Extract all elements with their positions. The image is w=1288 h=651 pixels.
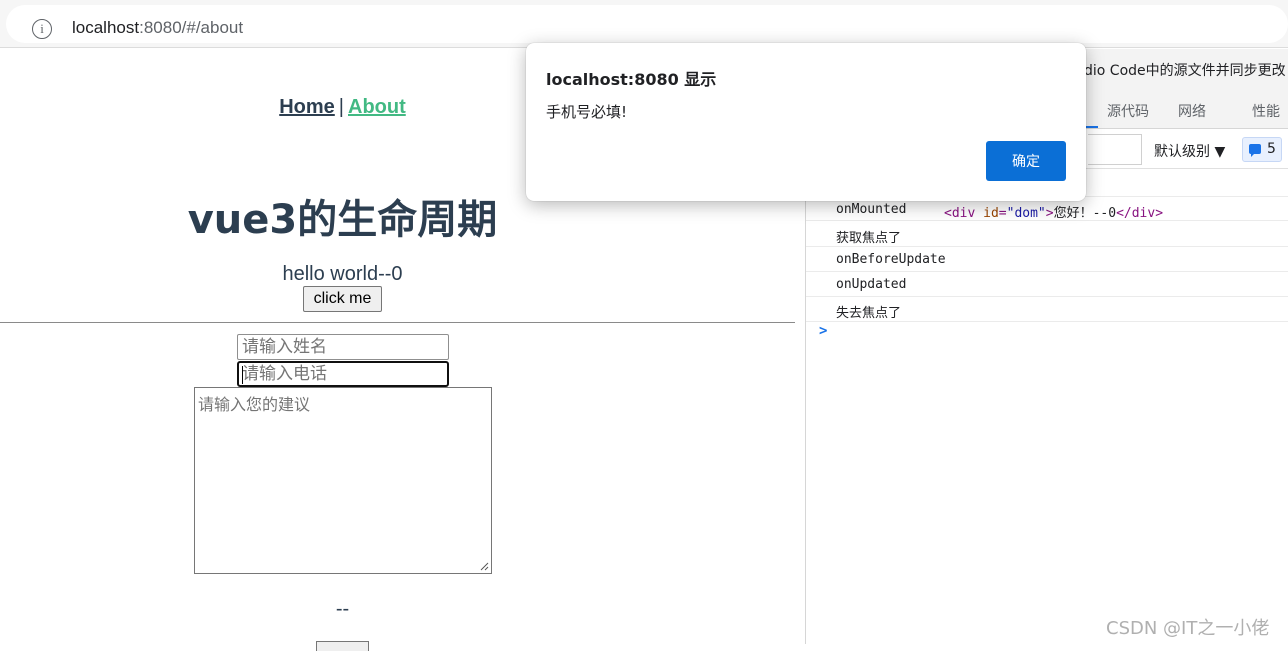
console-row: 获取焦点了	[806, 222, 1288, 247]
dialog-title: localhost:8080 显示	[546, 70, 717, 89]
element-attr-eq: =	[998, 206, 1007, 221]
element-tag-close-bracket: >	[1045, 206, 1054, 221]
hello-text: hello world--0	[282, 263, 403, 285]
tab-sources[interactable]: 源代码	[1107, 101, 1149, 121]
text-caret	[242, 366, 243, 384]
alert-dialog: localhost:8080 显示 手机号必填! 确定	[526, 43, 1086, 201]
console-filter-input[interactable]	[1088, 134, 1142, 165]
nav-link-home[interactable]: Home	[279, 96, 335, 118]
console-message: 获取焦点了	[836, 231, 902, 246]
info-icon[interactable]: i	[32, 19, 52, 39]
phone-placeholder: 请输入电话	[242, 364, 327, 384]
url-host: localhost	[72, 18, 140, 37]
log-level-label: 默认级别	[1154, 144, 1210, 160]
element-tag-close: </div>	[1116, 206, 1164, 221]
message-icon	[1249, 144, 1261, 157]
element-tag-open: <div	[944, 206, 984, 221]
address-bar: i localhost:8080/#/about	[0, 0, 1288, 48]
element-attr-value: "dom"	[1006, 206, 1046, 221]
tab-performance[interactable]: 性能	[1252, 101, 1280, 121]
url-path: :8080/#/about	[139, 18, 244, 37]
console-prompt-icon[interactable]: >	[819, 323, 827, 339]
issues-badge[interactable]: 5	[1242, 137, 1282, 162]
console-message: 失去焦点了	[836, 306, 902, 321]
name-placeholder: 请输入姓名	[242, 337, 327, 357]
console-row: onBeforeUpdate	[806, 247, 1288, 272]
phone-input[interactable]: 请输入电话	[237, 361, 449, 387]
tab-network[interactable]: 网络	[1178, 101, 1206, 121]
active-tab-indicator	[1086, 126, 1098, 128]
console-element[interactable]: <div id="dom">您好！--0</div>	[944, 202, 1163, 221]
nav-link-about[interactable]: About	[348, 96, 406, 118]
ok-button[interactable]: 确定	[986, 141, 1066, 181]
url-field[interactable]: i localhost:8080/#/about	[6, 5, 1288, 43]
dashes-text: --	[335, 598, 350, 620]
suggestion-textarea[interactable]: 请输入您的建议	[194, 387, 492, 574]
log-level-select[interactable]: 默认级别 ▼	[1154, 141, 1225, 161]
console-message: onBeforeUpdate	[836, 252, 946, 267]
divider	[0, 322, 795, 323]
partial-button[interactable]	[316, 641, 369, 651]
dialog-message: 手机号必填!	[546, 103, 628, 121]
click-me-button[interactable]: click me	[303, 286, 382, 312]
console-row: onUpdated	[806, 272, 1288, 297]
issues-count: 5	[1267, 141, 1276, 157]
element-text: 您好！--0	[1053, 206, 1117, 221]
name-input[interactable]: 请输入姓名	[237, 334, 449, 360]
url-text[interactable]: localhost:8080/#/about	[72, 18, 243, 38]
caret-down-icon: ▼	[1214, 144, 1226, 160]
element-attr-name: id	[983, 206, 999, 221]
console-message: onUpdated	[836, 277, 907, 292]
resize-handle-icon[interactable]	[480, 562, 489, 571]
devtools-info-text: dio Code中的源文件并同步更改	[1084, 63, 1286, 79]
nav-separator: |	[338, 96, 344, 118]
suggestion-placeholder: 请输入您的建议	[198, 395, 311, 414]
console-row: 失去焦点了	[806, 297, 1288, 322]
watermark: CSDN @IT之一小佬	[1106, 618, 1270, 639]
console-message: onMounted	[836, 202, 907, 217]
